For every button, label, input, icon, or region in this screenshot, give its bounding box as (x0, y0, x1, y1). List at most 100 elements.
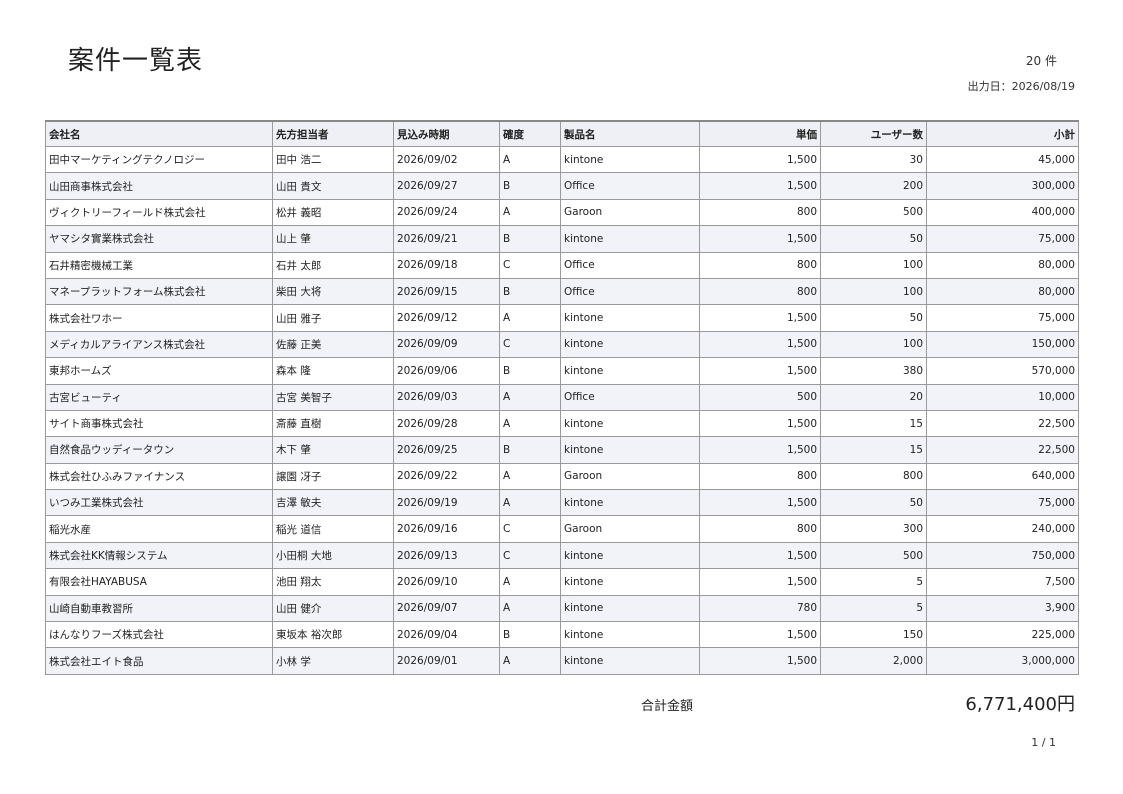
cell-users: 100 (820, 330, 927, 359)
cell-users: 800 (820, 462, 927, 491)
cell-certainty: B (499, 225, 561, 253)
cell-certainty: C (499, 330, 561, 359)
cell-company: 石井精密機械工業 (45, 251, 273, 279)
cell-contact: 斎藤 直樹 (272, 409, 394, 438)
table-row: 稲光水産 稲光 道信 2026/09/16 C Garoon 800 300 240,000 (45, 515, 1079, 543)
cell-certainty: B (499, 621, 561, 649)
cell-subtotal: 10,000 (926, 383, 1079, 411)
total-value: 6,771,400円 (965, 694, 1075, 715)
record-count: 20 件 (1025, 54, 1057, 68)
cell-users: 100 (820, 251, 927, 279)
col-header-product: 製品名 (560, 120, 700, 147)
cell-product: Garoon (560, 515, 700, 543)
cell-certainty: B (499, 357, 561, 385)
cell-product: kintone (560, 145, 700, 174)
cell-certainty: A (499, 489, 561, 517)
cell-users: 30 (820, 145, 927, 174)
cell-subtotal: 80,000 (926, 277, 1079, 306)
cell-contact: 山田 健介 (272, 594, 394, 623)
table-row: はんなりフーズ株式会社 東坂本 裕次郎 2026/09/04 Bkintone 1,50… (45, 621, 1079, 649)
cell-contact: 柴田 大将 (272, 277, 394, 306)
page-title: 案件一覧表 (68, 46, 204, 76)
cell-company: 山田商事株式会社 (45, 172, 273, 200)
cell-subtotal: 3,000,000 (926, 647, 1079, 675)
table-row: ヴィクトリーフィールド株式会社 松井 義昭 2026/09/24 A Garoon 800… (45, 198, 1079, 227)
cell-product: kintone (560, 436, 700, 464)
cell-subtotal: 75,000 (926, 304, 1079, 332)
cell-company: 田中マーケティングテクノロジー (45, 145, 273, 174)
cell-subtotal: 3,900 (926, 594, 1079, 623)
table-body: 田中マーケティングテクノロジー 田中 浩二 2026/09/02 Akintone 1,… (45, 145, 1079, 675)
cell-unit-price: 1,500 (699, 541, 821, 570)
cell-unit-price: 1,500 (699, 489, 821, 517)
cell-product: Office (560, 251, 700, 279)
cell-product: Office (560, 172, 700, 200)
cell-expected-date: 2026/09/02 (393, 145, 500, 174)
cell-users: 2,000 (820, 647, 927, 675)
cell-company: 自然食品ウッディータウン (45, 436, 273, 464)
cell-certainty: A (499, 198, 561, 227)
table-header-row: 会社名 先方担当者 見込み時期 確度 製品名 単価 ユーザー数 小計 (45, 120, 1079, 147)
table-row: 東邦ホームズ 森本 隆 2026/09/06 Bkintone 1,500 380 570,… (45, 357, 1079, 385)
table-row: 株式会社ワホー 山田 雅子 2026/09/12 Akintone 1,500 50 75,… (45, 304, 1079, 332)
cell-product: kintone (560, 409, 700, 438)
cell-unit-price: 1,500 (699, 647, 821, 675)
cell-product: kintone (560, 647, 700, 675)
cell-subtotal: 45,000 (926, 145, 1079, 174)
cell-contact: 吉澤 敏夫 (272, 489, 394, 517)
cell-product: Office (560, 277, 700, 306)
cell-subtotal: 640,000 (926, 462, 1079, 491)
table-row: 山田商事株式会社 山田 貴文 2026/09/27 B Office 1,500 200 30… (45, 172, 1079, 200)
table-row: サイト商事株式会社 斎藤 直樹 2026/09/28 Akintone 1,500 15 2… (45, 409, 1079, 438)
cell-product: kintone (560, 357, 700, 385)
cell-contact: 山田 雅子 (272, 304, 394, 332)
cell-users: 50 (820, 225, 927, 253)
cell-unit-price: 1,500 (699, 621, 821, 649)
cell-certainty: B (499, 436, 561, 464)
cell-unit-price: 1,500 (699, 409, 821, 438)
cell-expected-date: 2026/09/01 (393, 647, 500, 675)
cell-product: kintone (560, 621, 700, 649)
page-number: 1 / 1 (1031, 736, 1056, 749)
cell-unit-price: 1,500 (699, 304, 821, 332)
cell-product: kintone (560, 489, 700, 517)
cell-expected-date: 2026/09/25 (393, 436, 500, 464)
table-row: 株式会社KK情報システム 小田桐 大地 2026/09/13 Ckintone 1,50… (45, 541, 1079, 570)
cell-subtotal: 225,000 (926, 621, 1079, 649)
cell-subtotal: 80,000 (926, 251, 1079, 279)
cell-unit-price: 1,500 (699, 436, 821, 464)
cell-expected-date: 2026/09/15 (393, 277, 500, 306)
cell-product: kintone (560, 594, 700, 623)
cell-product: Garoon (560, 462, 700, 491)
cell-certainty: A (499, 594, 561, 623)
cell-subtotal: 150,000 (926, 330, 1079, 359)
cell-company: ヤマシタ實業株式会社 (45, 225, 273, 253)
cell-unit-price: 1,500 (699, 145, 821, 174)
table-row: 山崎自動車教習所 山田 健介 2026/09/07 Akintone 780 5 3,900 (45, 594, 1079, 623)
cell-users: 5 (820, 568, 927, 596)
cell-product: kintone (560, 225, 700, 253)
cell-certainty: B (499, 277, 561, 306)
cell-company: 東邦ホームズ (45, 357, 273, 385)
output-date: 出力日：2026/08/19 (967, 80, 1075, 93)
cell-product: Garoon (560, 198, 700, 227)
cell-unit-price: 800 (699, 251, 821, 279)
cell-company: 株式会社ひふみファイナンス (45, 462, 273, 491)
cell-company: はんなりフーズ株式会社 (45, 621, 273, 649)
cell-contact: 松井 義昭 (272, 198, 394, 227)
col-header-certainty: 確度 (499, 120, 561, 147)
col-header-users: ユーザー数 (820, 120, 927, 147)
cell-subtotal: 300,000 (926, 172, 1079, 200)
cell-subtotal: 400,000 (926, 198, 1079, 227)
cell-contact: 田中 浩二 (272, 145, 394, 174)
cell-contact: 佐藤 正美 (272, 330, 394, 359)
col-header-unit-price: 単価 (699, 120, 821, 147)
table-row: 古宮ビューティ 古宮 美智子 2026/09/03 A Office 500 20 10,00… (45, 383, 1079, 411)
cell-subtotal: 7,500 (926, 568, 1079, 596)
cell-users: 200 (820, 172, 927, 200)
cell-subtotal: 750,000 (926, 541, 1079, 570)
cell-company: サイト商事株式会社 (45, 409, 273, 438)
cell-company: 株式会社KK情報システム (45, 541, 273, 570)
cell-certainty: A (499, 647, 561, 675)
cell-subtotal: 75,000 (926, 225, 1079, 253)
